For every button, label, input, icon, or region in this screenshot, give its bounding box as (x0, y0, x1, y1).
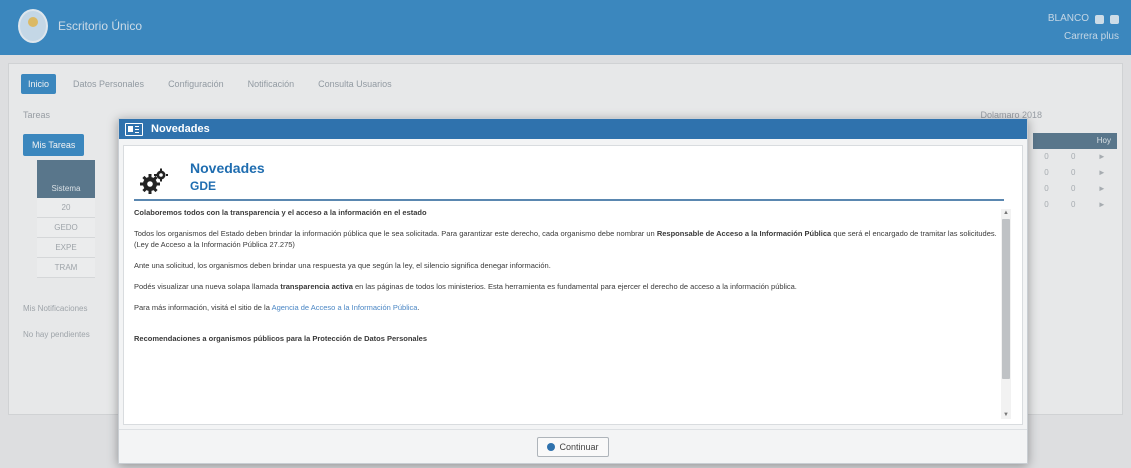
scroll-down-icon[interactable]: ▼ (1003, 412, 1009, 418)
modal-header: Novedades (119, 119, 1027, 139)
modal-footer-divider (119, 429, 1027, 430)
scrollbar-thumb[interactable] (1002, 219, 1010, 379)
news-icon (125, 122, 143, 136)
content-scrollbar[interactable]: ▲ ▼ (1001, 209, 1011, 419)
modal-title: Novedades (151, 123, 210, 135)
novedades-title: Novedades (190, 160, 265, 176)
content-heading: Recomendaciones a organismos públicos pa… (134, 334, 428, 343)
content-paragraph: Todos los organismos del Estado deben br… (134, 229, 997, 249)
check-circle-icon (547, 443, 556, 451)
gears-icon (140, 168, 168, 194)
scroll-up-icon[interactable]: ▲ (1003, 210, 1009, 216)
modal-body: Novedades GDE Colaboremos todos con la t… (123, 145, 1023, 425)
novedades-heading-block: Novedades GDE (134, 154, 1004, 201)
content-paragraph: Podés visualizar una nueva solapa llamad… (134, 282, 797, 291)
novedades-content: Colaboremos todos con la transparencia y… (134, 207, 1000, 420)
continue-label: Continuar (559, 442, 599, 452)
novedades-subtitle: GDE (190, 179, 217, 193)
agency-link[interactable]: Agencia de Acceso a la Información Públi… (272, 303, 418, 312)
content-paragraph: Para más información, visitá el sitio de… (134, 303, 420, 312)
continue-button[interactable]: Continuar (537, 437, 609, 457)
novedades-modal: Novedades Novedades GDE Colaboremos todo… (118, 118, 1028, 464)
content-heading: Colaboremos todos con la transparencia y… (134, 208, 427, 217)
content-paragraph: Ante una solicitud, los organismos deben… (134, 261, 551, 270)
